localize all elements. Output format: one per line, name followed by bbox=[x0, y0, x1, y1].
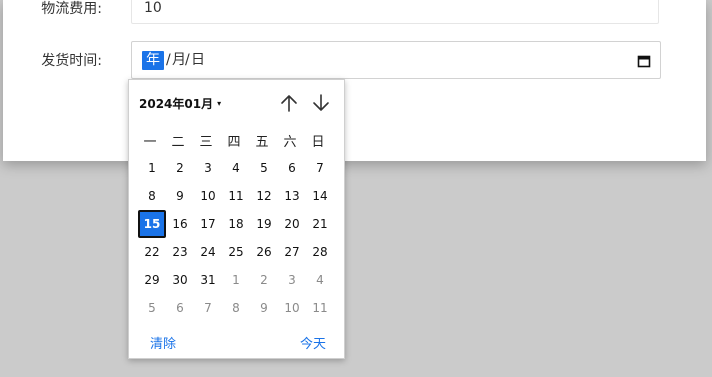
day-cell[interactable]: 7 bbox=[306, 154, 334, 182]
day-cell[interactable]: 16 bbox=[166, 210, 194, 238]
day-cell[interactable]: 7 bbox=[194, 294, 222, 322]
day-cell[interactable]: 4 bbox=[306, 266, 334, 294]
ship-time-label: 发货时间: bbox=[41, 53, 102, 69]
arrow-down-icon[interactable] bbox=[312, 93, 330, 113]
day-cell[interactable]: 3 bbox=[278, 266, 306, 294]
day-cell[interactable]: 3 bbox=[194, 154, 222, 182]
clear-button[interactable]: 清除 bbox=[150, 333, 176, 352]
day-cell[interactable]: 29 bbox=[138, 266, 166, 294]
day-cell[interactable]: 23 bbox=[166, 238, 194, 266]
day-cell[interactable]: 9 bbox=[250, 294, 278, 322]
month-year-selector[interactable]: 2024年01月 ▾ bbox=[139, 95, 221, 112]
day-cell[interactable]: 10 bbox=[278, 294, 306, 322]
arrow-up-icon[interactable] bbox=[280, 93, 298, 113]
day-cell[interactable]: 9 bbox=[166, 182, 194, 210]
day-cell[interactable]: 25 bbox=[222, 238, 250, 266]
weekday-label: 五 bbox=[255, 135, 269, 150]
day-cell[interactable]: 11 bbox=[222, 182, 250, 210]
day-cell[interactable]: 26 bbox=[250, 238, 278, 266]
day-cell[interactable]: 11 bbox=[306, 294, 334, 322]
day-cell[interactable]: 8 bbox=[222, 294, 250, 322]
day-cell[interactable]: 5 bbox=[138, 294, 166, 322]
logistics-cost-input[interactable]: 10 bbox=[131, 0, 659, 24]
day-cell[interactable]: 19 bbox=[250, 210, 278, 238]
day-cell[interactable]: 6 bbox=[166, 294, 194, 322]
day-cell[interactable]: 1 bbox=[222, 266, 250, 294]
calendar-icon[interactable] bbox=[637, 53, 651, 68]
day-cell[interactable]: 14 bbox=[306, 182, 334, 210]
day-cell[interactable]: 5 bbox=[250, 154, 278, 182]
date-separator: / bbox=[185, 52, 190, 68]
day-cell[interactable]: 22 bbox=[138, 238, 166, 266]
day-cell[interactable]: 20 bbox=[278, 210, 306, 238]
weekday-label: 二 bbox=[171, 135, 185, 150]
day-cell[interactable]: 21 bbox=[306, 210, 334, 238]
weekday-label: 三 bbox=[199, 135, 213, 150]
day-cell[interactable]: 24 bbox=[194, 238, 222, 266]
today-button[interactable]: 今天 bbox=[300, 333, 326, 352]
day-cell[interactable]: 31 bbox=[194, 266, 222, 294]
day-cell[interactable]: 6 bbox=[278, 154, 306, 182]
day-cell[interactable]: 30 bbox=[166, 266, 194, 294]
day-cell[interactable]: 4 bbox=[222, 154, 250, 182]
month-year-label: 2024年01月 bbox=[139, 97, 214, 111]
weekday-label: 六 bbox=[283, 135, 297, 150]
day-cell[interactable]: 27 bbox=[278, 238, 306, 266]
cost-label: 物流费用: bbox=[41, 1, 102, 17]
form-panel: 物流费用: 10 发货时间: 年 / 月 / 日 bbox=[3, 0, 706, 161]
day-cell[interactable]: 1 bbox=[138, 154, 166, 182]
day-cell[interactable]: 2 bbox=[166, 154, 194, 182]
date-segment-day[interactable]: 日 bbox=[191, 52, 205, 69]
day-cell[interactable]: 13 bbox=[278, 182, 306, 210]
day-cell[interactable]: 8 bbox=[138, 182, 166, 210]
day-cell[interactable]: 12 bbox=[250, 182, 278, 210]
caret-down-icon: ▾ bbox=[217, 99, 222, 108]
weekday-label: 日 bbox=[311, 135, 325, 150]
day-cell[interactable]: 28 bbox=[306, 238, 334, 266]
day-cell[interactable]: 2 bbox=[250, 266, 278, 294]
day-cell[interactable]: 17 bbox=[194, 210, 222, 238]
cost-value: 10 bbox=[144, 0, 162, 16]
date-picker-popup: 2024年01月 ▾ 一二三四五六日 1 2 3 4 5 6 7 8 9 10 11 12 13 14 15 1… bbox=[128, 79, 345, 359]
date-separator: / bbox=[166, 52, 171, 68]
ship-date-input[interactable]: 年 / 月 / 日 bbox=[131, 41, 661, 79]
day-cell[interactable]: 18 bbox=[222, 210, 250, 238]
day-cell-selected[interactable]: 15 bbox=[138, 210, 166, 238]
date-segment-year[interactable]: 年 bbox=[142, 51, 164, 70]
weekday-label: 一 bbox=[143, 135, 157, 150]
date-segment-month[interactable]: 月 bbox=[172, 52, 186, 69]
weekday-label: 四 bbox=[227, 135, 241, 150]
day-cell[interactable]: 10 bbox=[194, 182, 222, 210]
